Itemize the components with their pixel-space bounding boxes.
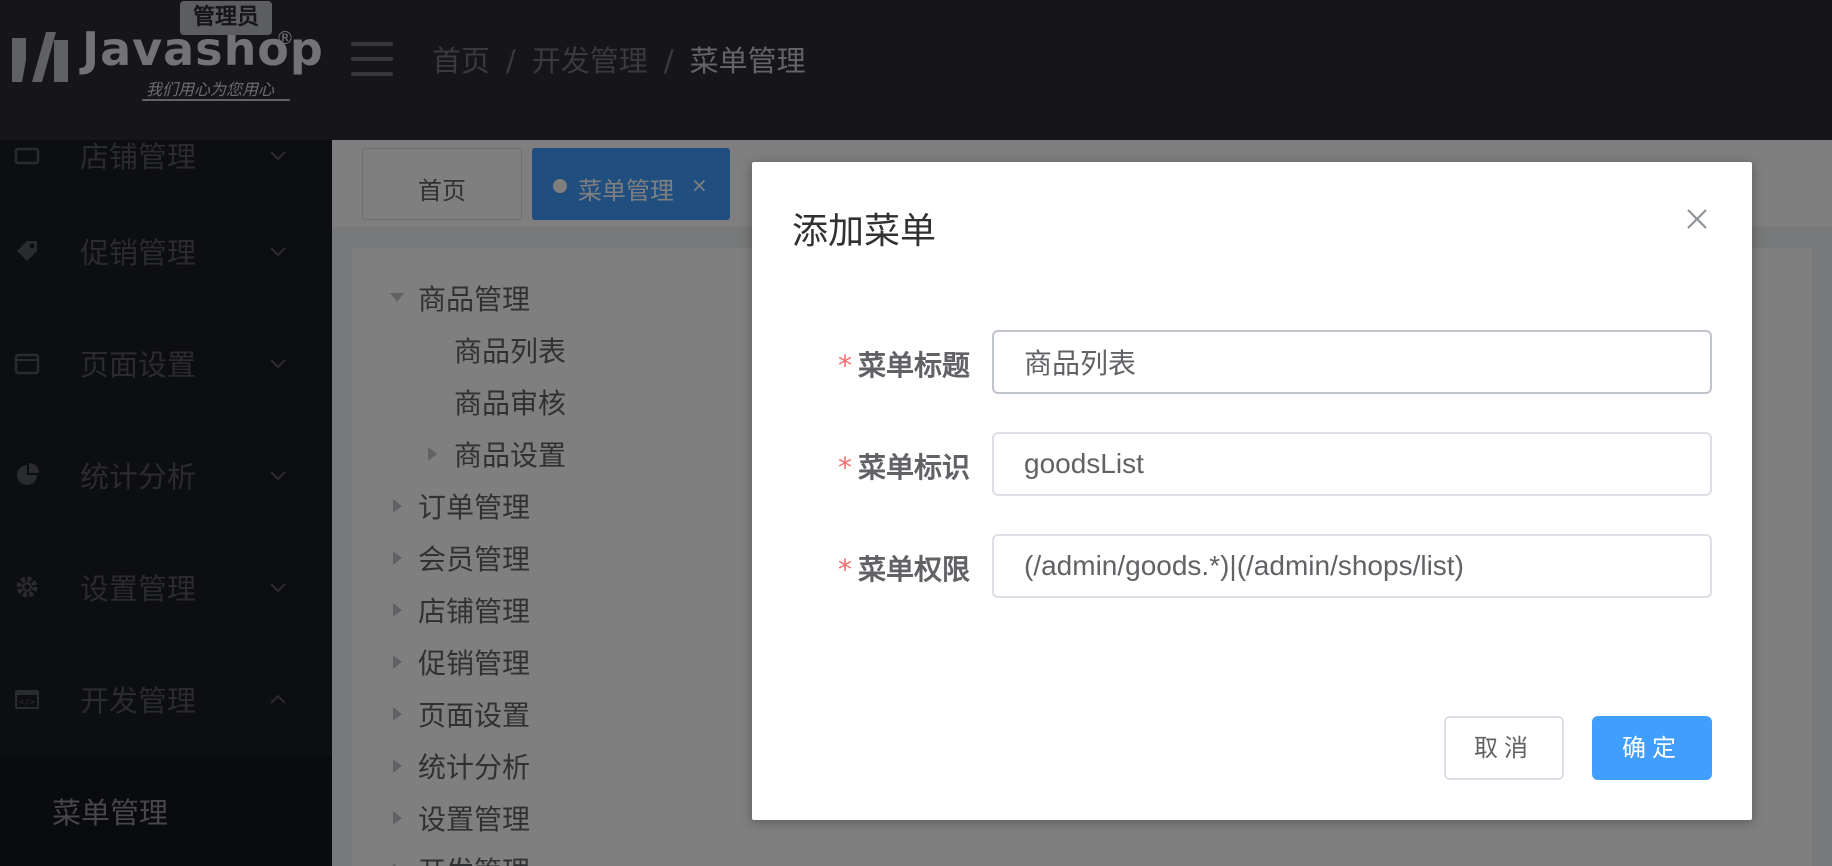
menu-identifier-input[interactable] — [992, 432, 1712, 496]
menu-permission-label: * 菜单权限 — [838, 553, 971, 586]
menu-title-label: * 菜单标题 — [838, 349, 971, 382]
required-mark: * — [838, 349, 852, 382]
confirm-button[interactable]: 确定 — [1592, 716, 1712, 780]
cancel-button[interactable]: 取消 — [1444, 716, 1564, 780]
form-row-menu-identifier: * 菜单标识 — [752, 432, 1752, 496]
form-row-menu-title: * 菜单标题 — [752, 330, 1752, 394]
menu-identifier-label: * 菜单标识 — [838, 451, 971, 484]
add-menu-dialog: 添加菜单 *菜单标题 *菜单标识 *菜单权限 取消 确定 — [752, 162, 1752, 820]
required-mark: * — [838, 451, 852, 484]
close-icon[interactable] — [1682, 204, 1712, 234]
required-mark: * — [838, 553, 852, 586]
menu-title-input[interactable] — [992, 330, 1712, 394]
menu-permission-input[interactable] — [992, 534, 1712, 598]
form-row-menu-permission: * 菜单权限 — [752, 534, 1752, 598]
dialog-title: 添加菜单 — [792, 211, 937, 252]
